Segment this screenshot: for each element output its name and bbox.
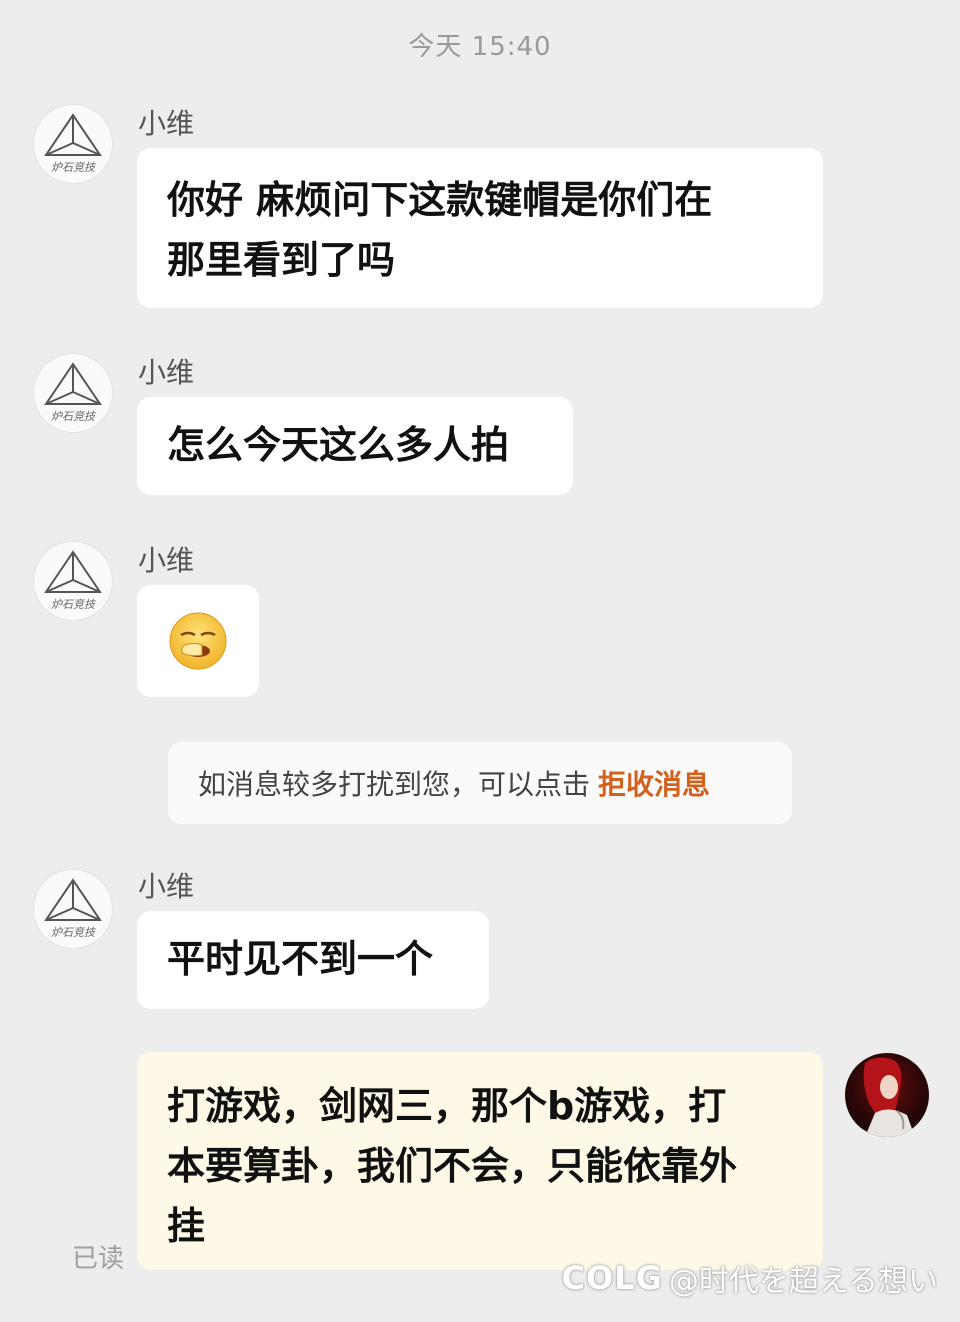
message-text-line: 挂 — [167, 1204, 206, 1248]
triangle-logo-icon — [44, 878, 102, 921]
contact-avatar[interactable]: 炉石竞技 — [33, 869, 113, 949]
sender-name: 小维 — [138, 356, 195, 389]
contact-avatar[interactable]: 炉石竞技 — [33, 353, 113, 433]
avatar-caption: 炉石竞技 — [51, 926, 95, 939]
watermark: COLG @时代を超える想い — [562, 1256, 938, 1300]
message-bubble[interactable]: 平时见不到一个 — [137, 911, 489, 1009]
message-bubble[interactable]: 怎么今天这么多人拍 — [137, 397, 573, 495]
message-text-line: 你好 麻烦问下这款键帽是你们在 — [167, 178, 713, 222]
contact-avatar[interactable]: 炉石竞技 — [33, 104, 113, 184]
reject-messages-link[interactable]: 拒收消息 — [598, 763, 710, 803]
read-status: 已读 — [72, 1244, 125, 1274]
triangle-logo-icon — [44, 113, 102, 156]
notice-text: 如消息较多打扰到您，可以点击 — [198, 768, 591, 801]
message-bubble[interactable]: 你好 麻烦问下这款键帽是你们在 那里看到了吗 — [137, 148, 823, 308]
message-text-line: 打游戏，剑网三，那个b游戏，打 — [167, 1084, 727, 1128]
watermark-brand: COLG — [561, 1259, 663, 1297]
sender-name: 小维 — [138, 107, 195, 140]
message-text-line: 那里看到了吗 — [167, 238, 396, 282]
triangle-logo-icon — [44, 362, 102, 405]
my-message-bubble[interactable]: 打游戏，剑网三，那个b游戏，打 本要算卦，我们不会，只能依靠外 挂 — [137, 1052, 823, 1270]
message-text: 怎么今天这么多人拍 — [167, 423, 510, 467]
sender-name: 小维 — [138, 870, 195, 903]
chat-timestamp: 今天 15:40 — [408, 32, 552, 62]
reject-message-notice: 如消息较多打扰到您，可以点击 拒收消息 — [168, 742, 792, 824]
message-text: 平时见不到一个 — [167, 937, 434, 981]
my-avatar[interactable] — [845, 1053, 929, 1137]
message-text-line: 本要算卦，我们不会，只能依靠外 — [167, 1144, 738, 1188]
watermark-handle: @时代を超える想い — [668, 1264, 938, 1299]
avatar-caption: 炉石竞技 — [51, 410, 95, 423]
sender-name: 小维 — [138, 544, 195, 577]
avatar-caption: 炉石竞技 — [51, 598, 95, 611]
user-portrait-icon — [863, 1057, 915, 1137]
yawning-face-icon — [169, 612, 227, 670]
contact-avatar[interactable]: 炉石竞技 — [33, 541, 113, 621]
triangle-logo-icon — [44, 550, 102, 593]
avatar-caption: 炉石竞技 — [51, 161, 95, 174]
emoji-message-bubble[interactable] — [137, 585, 259, 697]
